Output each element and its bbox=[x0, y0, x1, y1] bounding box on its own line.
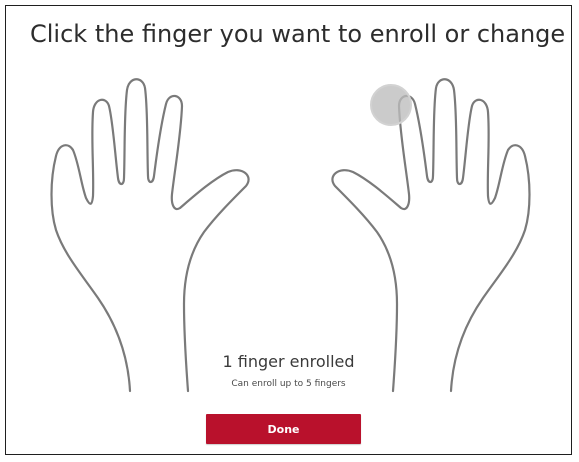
left-hand-outline bbox=[50, 78, 250, 393]
enroll-limit-text: Can enroll up to 5 fingers bbox=[231, 379, 346, 389]
enrolled-count-text: 1 finger enrolled bbox=[222, 352, 355, 371]
left-pinky-finger[interactable] bbox=[54, 142, 82, 210]
left-hand-icon bbox=[50, 76, 250, 393]
right-hand bbox=[317, 72, 537, 393]
done-button[interactable]: Done bbox=[206, 414, 361, 444]
page-title: Click the finger you want to enroll or c… bbox=[30, 20, 566, 48]
right-hand-outline bbox=[331, 78, 531, 393]
right-middle-finger[interactable] bbox=[431, 76, 459, 180]
left-ring-finger[interactable] bbox=[90, 100, 118, 192]
left-index-finger[interactable] bbox=[158, 100, 186, 192]
enroll-fingerprint-dialog: Click the finger you want to enroll or c… bbox=[5, 5, 572, 455]
right-hand-icon bbox=[331, 76, 531, 393]
left-hand bbox=[44, 72, 264, 393]
right-ring-finger[interactable] bbox=[463, 100, 491, 192]
enrolled-finger-marker-icon bbox=[370, 84, 412, 126]
left-middle-finger[interactable] bbox=[122, 76, 150, 180]
right-pinky-finger[interactable] bbox=[499, 142, 527, 210]
